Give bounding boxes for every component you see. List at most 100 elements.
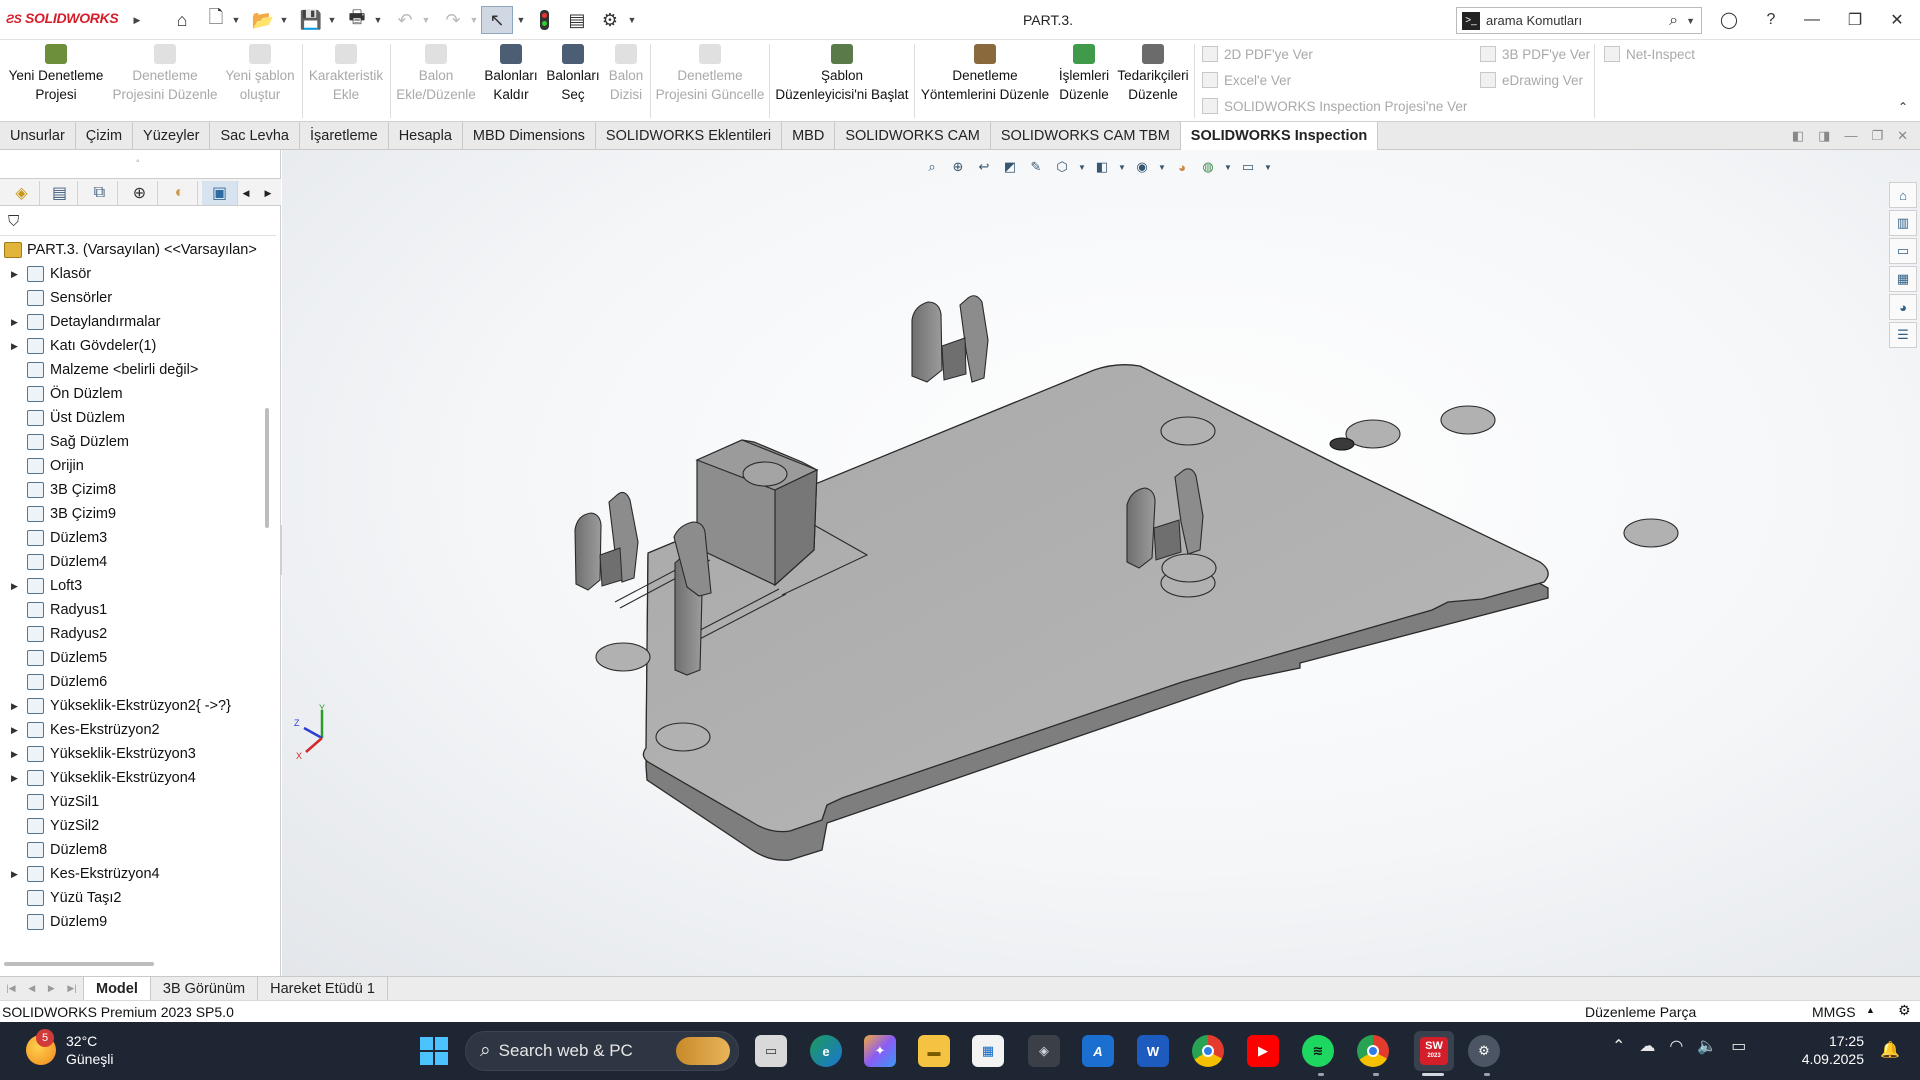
tree-item[interactable]: Düzlem3 bbox=[27, 526, 107, 550]
taskbar-clock[interactable]: 17:25 4.09.2025 bbox=[1794, 1032, 1864, 1068]
expand-arrow-icon[interactable]: ▶ bbox=[11, 701, 18, 712]
tab-sac-levha[interactable]: Sac Levha bbox=[210, 122, 300, 150]
inspection-tab-icon[interactable]: ▣ bbox=[202, 181, 238, 205]
tree-item[interactable]: ▶ Detaylandırmalar bbox=[11, 310, 160, 334]
unit-system[interactable]: MMGS bbox=[1812, 1004, 1856, 1020]
export-2d-pdf-button[interactable]: 2D PDF'ye Ver bbox=[1202, 43, 1313, 65]
tree-item[interactable]: Sensörler bbox=[27, 286, 112, 310]
dimxpert-tab-icon[interactable]: ⊕ bbox=[122, 181, 158, 205]
file-explorer-icon[interactable]: ▭ bbox=[1889, 238, 1917, 264]
expand-arrow-icon[interactable]: ▶ bbox=[11, 581, 18, 592]
tab-scroll-arrows[interactable]: |◀ ◀ ▶ ▶| bbox=[0, 976, 84, 1001]
chrome-profile-icon[interactable] bbox=[1357, 1035, 1389, 1067]
volume-icon[interactable]: 🔈 bbox=[1697, 1036, 1717, 1056]
tree-item[interactable]: ▶ Loft3 bbox=[11, 574, 82, 598]
edit-operations-button[interactable]: İşlemleri Düzenle bbox=[1054, 44, 1114, 104]
customize-status-icon[interactable]: ⚙ bbox=[1898, 1002, 1911, 1019]
display-manager-tab-icon[interactable]: ◐ bbox=[162, 181, 198, 205]
appearances-icon[interactable]: ◕ bbox=[1889, 294, 1917, 320]
new-inspection-project-button[interactable]: Yeni Denetleme Projesi bbox=[4, 44, 108, 104]
expand-arrow-icon[interactable]: ▶ bbox=[11, 317, 18, 328]
expand-arrow-icon[interactable]: ▶ bbox=[11, 269, 18, 280]
panel-tabs-right-arrow-icon[interactable]: ▶ bbox=[258, 181, 278, 205]
tab-solidworks-inspection[interactable]: SOLIDWORKS Inspection bbox=[1180, 122, 1379, 150]
tree-item[interactable]: Düzlem5 bbox=[27, 646, 107, 670]
tab-unsurlar[interactable]: Unsurlar bbox=[0, 122, 76, 150]
edge-browser-icon[interactable]: e bbox=[810, 1035, 842, 1067]
search-icon[interactable]: ⌕ bbox=[1669, 12, 1678, 30]
solidworks-resources-icon[interactable]: ⌂ bbox=[1889, 182, 1917, 208]
last-tab-icon[interactable]: ▶| bbox=[67, 983, 76, 994]
part-model[interactable] bbox=[282, 150, 1920, 976]
tree-filter[interactable]: ⛉ bbox=[0, 208, 276, 236]
launch-template-editor-button[interactable]: Şablon Düzenleyicisi'ni Başlat bbox=[773, 44, 911, 104]
tree-item[interactable]: Ön Düzlem bbox=[27, 382, 123, 406]
solidworks-taskbar-button[interactable]: SW 2023 bbox=[1414, 1031, 1454, 1071]
first-tab-icon[interactable]: |◀ bbox=[6, 983, 15, 994]
tab-solidworks-cam[interactable]: SOLIDWORKS CAM bbox=[835, 122, 991, 150]
panel-left-icon[interactable]: ◧ bbox=[1792, 128, 1804, 144]
youtube-icon[interactable]: ▶ bbox=[1247, 1035, 1279, 1067]
units-dropdown-icon[interactable]: ▲ bbox=[1866, 1005, 1875, 1015]
tree-item[interactable]: Sağ Düzlem bbox=[27, 430, 129, 454]
expand-arrow-icon[interactable]: ▶ bbox=[11, 773, 18, 784]
tree-item[interactable]: ▶ Katı Gövdeler(1) bbox=[11, 334, 156, 358]
export-3d-pdf-button[interactable]: 3B PDF'ye Ver bbox=[1480, 43, 1590, 65]
view-palette-icon[interactable]: ▦ bbox=[1889, 266, 1917, 292]
panel-tabs-left-arrow-icon[interactable]: ◀ bbox=[236, 181, 256, 205]
microsoft-store-icon[interactable]: ▦ bbox=[972, 1035, 1004, 1067]
search-dropdown-icon[interactable]: ▼ bbox=[1686, 16, 1695, 26]
graphics-viewport[interactable]: ⌕ ⊕ ↩ ◩ ✎ ⬡ ▼ ◧ ▼ ◉ ▼ ◕ ◍ ▼ ▭ ▼ Y Z X bbox=[282, 150, 1920, 976]
collapse-ribbon-icon[interactable]: ⌃ bbox=[1898, 100, 1908, 114]
net-inspect-button[interactable]: Net-Inspect bbox=[1604, 43, 1695, 65]
tab-solidworks-eklentileri[interactable]: SOLIDWORKS Eklentileri bbox=[596, 122, 783, 150]
expand-arrow-icon[interactable]: ▶ bbox=[11, 749, 18, 760]
export-excel-button[interactable]: Excel'e Ver bbox=[1202, 69, 1291, 91]
tree-item[interactable]: Radyus2 bbox=[27, 622, 107, 646]
tree-item[interactable]: Radyus1 bbox=[27, 598, 107, 622]
tab-cizim[interactable]: Çizim bbox=[76, 122, 134, 150]
tab-hesapla[interactable]: Hesapla bbox=[389, 122, 463, 150]
chrome-icon[interactable] bbox=[1192, 1035, 1224, 1067]
command-search-input[interactable]: >_ arama Komutları ⌕ ▼ bbox=[1456, 7, 1702, 34]
file-explorer-icon[interactable]: ▬ bbox=[918, 1035, 950, 1067]
select-balloons-button[interactable]: Balonları Seç bbox=[542, 44, 604, 104]
spotify-icon[interactable]: ≋ bbox=[1302, 1035, 1334, 1067]
unity-hub-icon[interactable]: ◈ bbox=[1028, 1035, 1060, 1067]
tab-motion-study-1[interactable]: Hareket Etüdü 1 bbox=[258, 976, 388, 1001]
task-view-icon[interactable]: ▭ bbox=[755, 1035, 787, 1067]
tree-item[interactable]: Malzeme <belirli değil> bbox=[27, 358, 198, 382]
weather-widget[interactable]: 5 32°C Güneşli bbox=[26, 1029, 113, 1068]
prev-tab-icon[interactable]: ◀ bbox=[28, 983, 35, 994]
tree-item[interactable]: Düzlem6 bbox=[27, 670, 107, 694]
tab-solidworks-cam-tbm[interactable]: SOLIDWORKS CAM TBM bbox=[991, 122, 1181, 150]
create-template-button[interactable]: Yeni şablon oluştur bbox=[222, 44, 298, 104]
export-inspection-project-button[interactable]: SOLIDWORKS Inspection Projesi'ne Ver bbox=[1202, 95, 1467, 117]
tree-item[interactable]: YüzSil2 bbox=[27, 814, 99, 838]
export-edrawing-button[interactable]: eDrawing Ver bbox=[1480, 69, 1583, 91]
edit-vendors-button[interactable]: Tedarikçileri Düzenle bbox=[1116, 44, 1190, 104]
tree-item[interactable]: ▶ Yükseklik-Ekstrüzyon3 bbox=[11, 742, 196, 766]
add-characteristic-button[interactable]: Karakteristik Ekle bbox=[306, 44, 386, 104]
word-icon[interactable]: W bbox=[1137, 1035, 1169, 1067]
panel-grip-icon[interactable]: ◦ bbox=[136, 156, 140, 167]
tree-item[interactable]: ▶ Yükseklik-Ekstrüzyon2{ ->?} bbox=[11, 694, 231, 718]
doc-minimize-icon[interactable]: — bbox=[1844, 128, 1857, 143]
remove-balloons-button[interactable]: Balonları Kaldır bbox=[480, 44, 542, 104]
next-tab-icon[interactable]: ▶ bbox=[48, 983, 55, 994]
show-hidden-icons-icon[interactable]: ⌃ bbox=[1612, 1036, 1625, 1056]
tab-yuzeyler[interactable]: Yüzeyler bbox=[133, 122, 211, 150]
tree-item[interactable]: ▶ Kes-Ekstrüzyon4 bbox=[11, 862, 160, 886]
tree-root[interactable]: PART.3. (Varsayılan) <<Varsayılan> bbox=[4, 238, 257, 262]
tree-item[interactable]: ▶ Yükseklik-Ekstrüzyon4 bbox=[11, 766, 196, 790]
tree-item[interactable]: 3B Çizim8 bbox=[27, 478, 116, 502]
wifi-icon[interactable]: ◠ bbox=[1669, 1036, 1683, 1056]
panel-right-icon[interactable]: ◨ bbox=[1818, 128, 1830, 144]
property-manager-tab-icon[interactable]: ▤ bbox=[42, 181, 78, 205]
tree-item[interactable]: Düzlem8 bbox=[27, 838, 107, 862]
tab-model[interactable]: Model bbox=[84, 976, 151, 1001]
tab-isaretleme[interactable]: İşaretleme bbox=[300, 122, 389, 150]
tree-item[interactable]: Orijin bbox=[27, 454, 84, 478]
onedrive-cloud-icon[interactable]: ☁ bbox=[1639, 1036, 1655, 1056]
custom-properties-icon[interactable]: ☰ bbox=[1889, 322, 1917, 348]
